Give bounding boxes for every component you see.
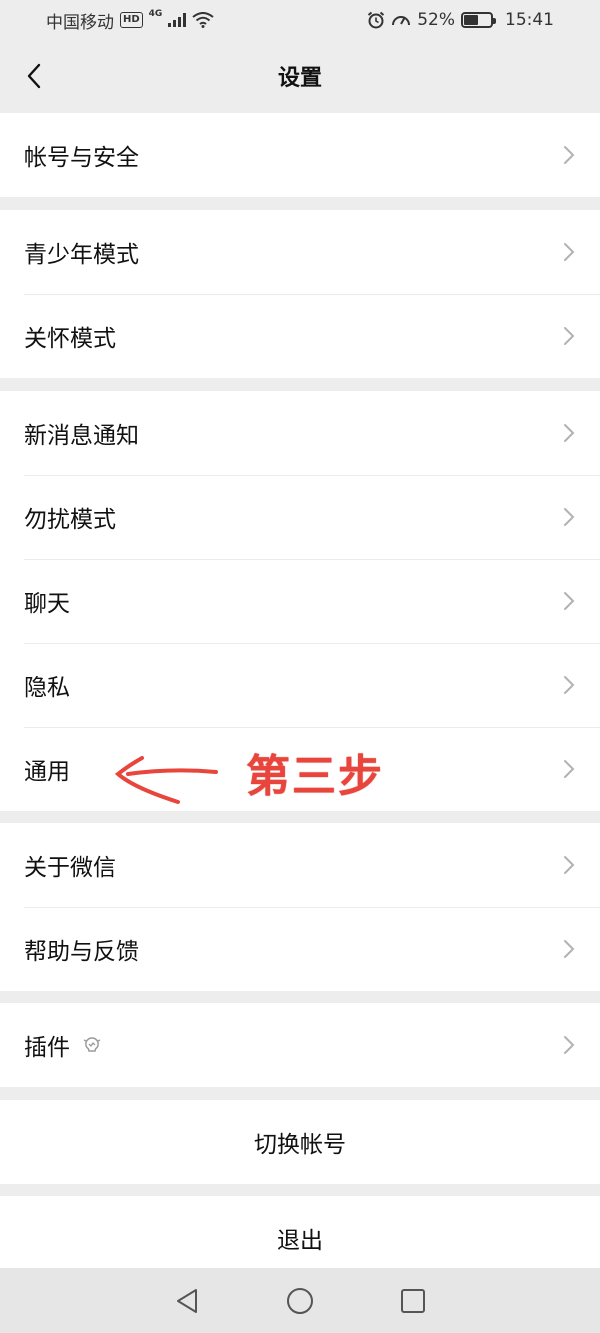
row-help-feedback[interactable]: 帮助与反馈 (0, 907, 600, 991)
group-logout: 退出 (0, 1196, 600, 1268)
nav-home-button[interactable] (284, 1285, 316, 1317)
annotation-step-text: 第三步 (246, 751, 384, 802)
chevron-right-icon (562, 854, 576, 876)
nav-bar: 设置 (0, 40, 600, 112)
chevron-right-icon (562, 938, 576, 960)
chevron-right-icon (562, 590, 576, 612)
group-modes: 青少年模式 关怀模式 (0, 210, 600, 378)
battery-level (464, 15, 478, 25)
row-chat[interactable]: 聊天 (0, 559, 600, 643)
row-privacy[interactable]: 隐私 (0, 643, 600, 727)
group-plugins: 插件 (0, 1003, 600, 1087)
triangle-back-icon (176, 1288, 197, 1313)
row-plugins[interactable]: 插件 (0, 1003, 600, 1087)
switch-account-button[interactable]: 切换帐号 (0, 1100, 600, 1184)
status-left: 中国移动 HD 4G (46, 8, 214, 33)
battery-percent: 52% (417, 10, 455, 30)
switch-account-label: 切换帐号 (254, 1132, 346, 1158)
row-label: 帮助与反馈 (24, 939, 139, 965)
row-care-mode[interactable]: 关怀模式 (0, 294, 600, 378)
speedometer-icon (392, 16, 411, 26)
annotation-arrow-icon (114, 756, 218, 804)
back-button[interactable] (16, 58, 52, 94)
clock: 15:41 (505, 10, 554, 30)
wifi-icon (192, 12, 214, 28)
carrier-name: 中国移动 (46, 12, 114, 33)
chevron-right-icon (562, 1034, 576, 1056)
chevron-right-icon (562, 144, 576, 166)
square-recents-icon (401, 1288, 426, 1313)
status-right: 52% 15:41 (367, 10, 554, 30)
logout-button[interactable]: 退出 (0, 1196, 600, 1268)
chevron-right-icon (562, 674, 576, 696)
plugin-bulb-icon (83, 1037, 101, 1052)
row-new-message-notification[interactable]: 新消息通知 (0, 391, 600, 475)
chevron-right-icon (562, 506, 576, 528)
chevron-right-icon (562, 241, 576, 263)
row-account-security[interactable]: 帐号与安全 (0, 113, 600, 197)
chevron-left-icon (27, 63, 41, 89)
row-label: 新消息通知 (24, 423, 139, 449)
row-do-not-disturb[interactable]: 勿扰模式 (0, 475, 600, 559)
row-label: 插件 (24, 1035, 70, 1061)
status-bar: 中国移动 HD 4G 52% 15:41 (0, 0, 600, 40)
group-account: 帐号与安全 (0, 113, 600, 197)
row-label: 勿扰模式 (24, 507, 116, 533)
system-nav-bar (0, 1268, 600, 1333)
circle-home-icon (286, 1287, 313, 1314)
row-label: 帐号与安全 (24, 145, 139, 171)
row-about-wechat[interactable]: 关于微信 (0, 823, 600, 907)
alarm-icon (368, 11, 385, 29)
chevron-right-icon (562, 325, 576, 347)
group-switch-account: 切换帐号 (0, 1100, 600, 1184)
settings-screen: 中国移动 HD 4G 52% 15:41 设置 帐号与安全 青少年模式 关怀模式… (0, 0, 600, 1333)
nav-recents-button[interactable] (397, 1285, 429, 1317)
signal-icon (168, 13, 187, 27)
hd-badge: HD (120, 12, 143, 28)
row-label: 青少年模式 (24, 242, 139, 268)
chevron-right-icon (562, 758, 576, 780)
battery-icon (461, 12, 496, 28)
nav-back-button[interactable] (171, 1285, 203, 1317)
row-youth-mode[interactable]: 青少年模式 (0, 210, 600, 294)
row-label: 关于微信 (24, 855, 116, 881)
logout-label: 退出 (277, 1228, 323, 1254)
group-about: 关于微信 帮助与反馈 (0, 823, 600, 991)
row-label: 隐私 (24, 675, 70, 701)
row-label: 聊天 (24, 591, 70, 617)
row-label: 关怀模式 (24, 326, 116, 352)
chevron-right-icon (562, 422, 576, 444)
page-title: 设置 (277, 66, 322, 91)
network-type: 4G (148, 9, 163, 19)
